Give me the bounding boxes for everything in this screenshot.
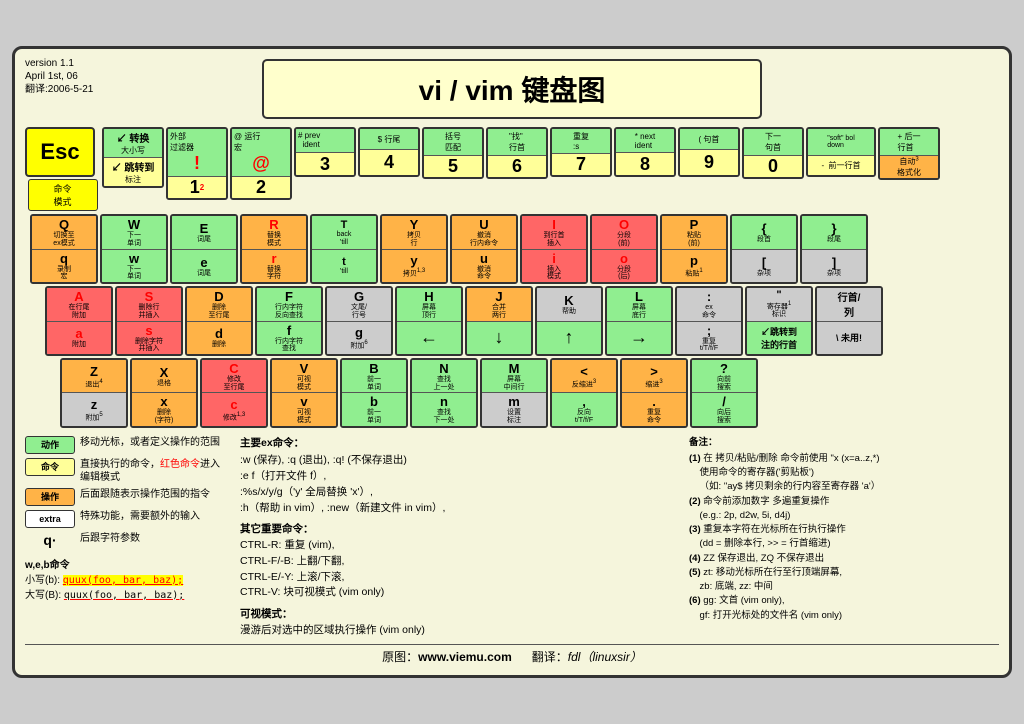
p-key[interactable]: P 粘贴(前) p 粘贴1 (660, 214, 728, 284)
note-3: (3) 重复本字符在光标所在行执行操作 (dd = 删除本行, >> = 行首缩… (689, 523, 999, 552)
esc-mode: 命令 模式 (28, 179, 98, 211)
visual-mode-title: 可视模式： (240, 607, 674, 623)
exclaim-key[interactable]: 外部过滤器 ! 12 (166, 127, 228, 200)
ampersand-key[interactable]: 重复:s 7 (550, 127, 612, 177)
version-info: version 1.1 April 1st, 06 翻译:2006-5-21 (25, 57, 93, 96)
note-2: (2) 命令前添加数字 多遍重复操作 (e.g.: 2p, d2w, 5i, d… (689, 495, 999, 524)
c-key[interactable]: C 修改至行尾 c 修改1,3 (200, 358, 268, 428)
legend-command: 命令 直接执行的命令，红色命令进入编辑模式 (25, 458, 225, 484)
esc-label: Esc (40, 139, 79, 165)
caret-key[interactable]: "找"行首 6 (486, 127, 548, 179)
legend-q: q· 后跟字符参数 (25, 532, 225, 548)
lt-key[interactable]: < 反缩进3 , 反向t/T/f/F (550, 358, 618, 428)
m-key[interactable]: M 屏幕中间行 m 设置标注 (480, 358, 548, 428)
i-key[interactable]: I 到行首插入 i 插入模式 (520, 214, 588, 284)
n-key[interactable]: N 查找上一处 n 查找下一处 (410, 358, 478, 428)
quote-key[interactable]: " 寄存器1标识 ↙跳转到注的行首 (745, 286, 813, 356)
v-key[interactable]: V 可视模式 v 可视模式 (270, 358, 338, 428)
d-key[interactable]: D 删除至行尾 d 删除 (185, 286, 253, 356)
lbrace-key[interactable]: { 段首 [ 杂项 (730, 214, 798, 284)
b-key[interactable]: B 前一单词 b 前一单词 (340, 358, 408, 428)
backslash-key[interactable]: 行首/列 \ 未用! (815, 286, 883, 356)
note-4: (4) ZZ 保存退出, ZQ 不保存退出 (689, 552, 999, 566)
lparen-key[interactable]: ( 句首 9 (678, 127, 740, 177)
q-key[interactable]: Q 切换至ex模式 q 录制宏 (30, 214, 98, 284)
other-cmd-4: CTRL-V: 块可视模式 (vim only) (240, 585, 674, 601)
main-ex-title: 主要ex命令： (240, 436, 674, 452)
plus-key[interactable]: + 后一行首 自动3 格式化 (878, 127, 940, 180)
tilde-key[interactable]: ↙ 转换 大小写 ↙ 跳转到 标注 (102, 127, 164, 188)
note-6: (6) gg: 文首 (vim only), gf: 打开光标处的文件名 (vi… (689, 594, 999, 623)
legend-extra: extra 特殊功能，需要额外的输入 (25, 510, 225, 528)
u-key[interactable]: U 撤消行内命令 u 撤消命令 (450, 214, 518, 284)
rparen-key[interactable]: 下一句首 0 (742, 127, 804, 179)
footer-translator: 翻译：fdl（linuxsir） (532, 650, 642, 664)
x-key[interactable]: X 退格 x 删除(字符) (130, 358, 198, 428)
percent-key[interactable]: 括号匹配 5 (422, 127, 484, 179)
main-container: version 1.1 April 1st, 06 翻译:2006-5-21 v… (12, 46, 1012, 677)
colon-key[interactable]: : ex命令 ; 重复t/T/f/F (675, 286, 743, 356)
t-key[interactable]: T back'till t 'till (310, 214, 378, 284)
esc-key[interactable]: Esc (25, 127, 95, 177)
other-cmd-1: CTRL-R: 重复 (vim), (240, 538, 674, 554)
note-1: (1) 在 拷贝/粘贴/删除 命令前使用 "x (x=a..z,*) 使用命令的… (689, 452, 999, 495)
note-5: (5) zt: 移动光标所在行至行顶端屏幕, zb: 底端, zz: 中间 (689, 566, 999, 595)
at-key[interactable]: @ 运行宏 @ 2 (230, 127, 292, 200)
ex-cmd-3: :%s/x/y/g（'y' 全局替换 'x'）, (240, 485, 674, 501)
footer: 原图：www.viemu.com 翻译：fdl（linuxsir） (25, 644, 999, 665)
dollar-key[interactable]: $ 行尾 4 (358, 127, 420, 177)
k-key[interactable]: K 帮助 ↑ (535, 286, 603, 356)
r-key[interactable]: R 替换模式 r 替换字符 (240, 214, 308, 284)
legend-operation: 操作 后面跟随表示操作范围的指令 (25, 488, 225, 506)
wb-command: w,e,b命令 小写(b): quux(foo, bar, baz); 大写(B… (25, 556, 225, 601)
h-key[interactable]: H 屏幕顶行 ← (395, 286, 463, 356)
j-key[interactable]: J 合并两行 ↓ (465, 286, 533, 356)
other-cmd-3: CTRL-E/-Y: 上滚/下滚, (240, 570, 674, 586)
w-key[interactable]: W 下一单词 w 下一单词 (100, 214, 168, 284)
other-cmd-2: CTRL-F/-B: 上翻/下翻, (240, 554, 674, 570)
ex-cmd-1: :w (保存), :q (退出), :q! (不保存退出) (240, 453, 674, 469)
notes-section: 备注： (1) 在 拷贝/粘贴/删除 命令前使用 "x (x=a..z,*) 使… (689, 436, 999, 639)
l-key[interactable]: L 屏幕底行 → (605, 286, 673, 356)
visual-mode-desc: 漫游后对选中的区域执行操作 (vim only) (240, 623, 674, 639)
legend-action: 动作 移动光标，或者定义操作的范围 (25, 436, 225, 454)
hash-key[interactable]: # prev ident 3 (294, 127, 356, 177)
o-key[interactable]: O 分段(前) o 分段(后) (590, 214, 658, 284)
page-title: vi / vim 键盘图 (262, 59, 762, 119)
rbrace-key[interactable]: } 段尾 ] 杂项 (800, 214, 868, 284)
a-key[interactable]: A 在行尾附加 a 附加 (45, 286, 113, 356)
footer-original: 原图：www.viemu.com (382, 650, 512, 664)
e-key[interactable]: E 词尾 e 词尾 (170, 214, 238, 284)
g-key[interactable]: G 文尾/行号 g 附加6 (325, 286, 393, 356)
star-key[interactable]: * nextident 8 (614, 127, 676, 177)
gt-key[interactable]: > 缩进3 . 重复命令 (620, 358, 688, 428)
z-key[interactable]: Z 退出4 z 附加5 (60, 358, 128, 428)
underscore-key[interactable]: "soft" boldown - 前一行首 (806, 127, 876, 177)
commands-section: 主要ex命令： :w (保存), :q (退出), :q! (不保存退出) :e… (240, 436, 674, 639)
ex-cmd-4: :h（帮助 in vim）, :new（新建文件 in vim）, (240, 501, 674, 517)
s-key[interactable]: S 删除行并插入 s 删除字符并插入 (115, 286, 183, 356)
f-key[interactable]: F 行内字符反向查找 f 行内字符查找 (255, 286, 323, 356)
other-cmd-title: 其它重要命令： (240, 522, 674, 538)
question-key[interactable]: ? 向前搜索 / 向后搜索 (690, 358, 758, 428)
ex-cmd-2: :e f（打开文件 f）, (240, 469, 674, 485)
y-key[interactable]: Y 拷贝行 y 拷贝1,3 (380, 214, 448, 284)
